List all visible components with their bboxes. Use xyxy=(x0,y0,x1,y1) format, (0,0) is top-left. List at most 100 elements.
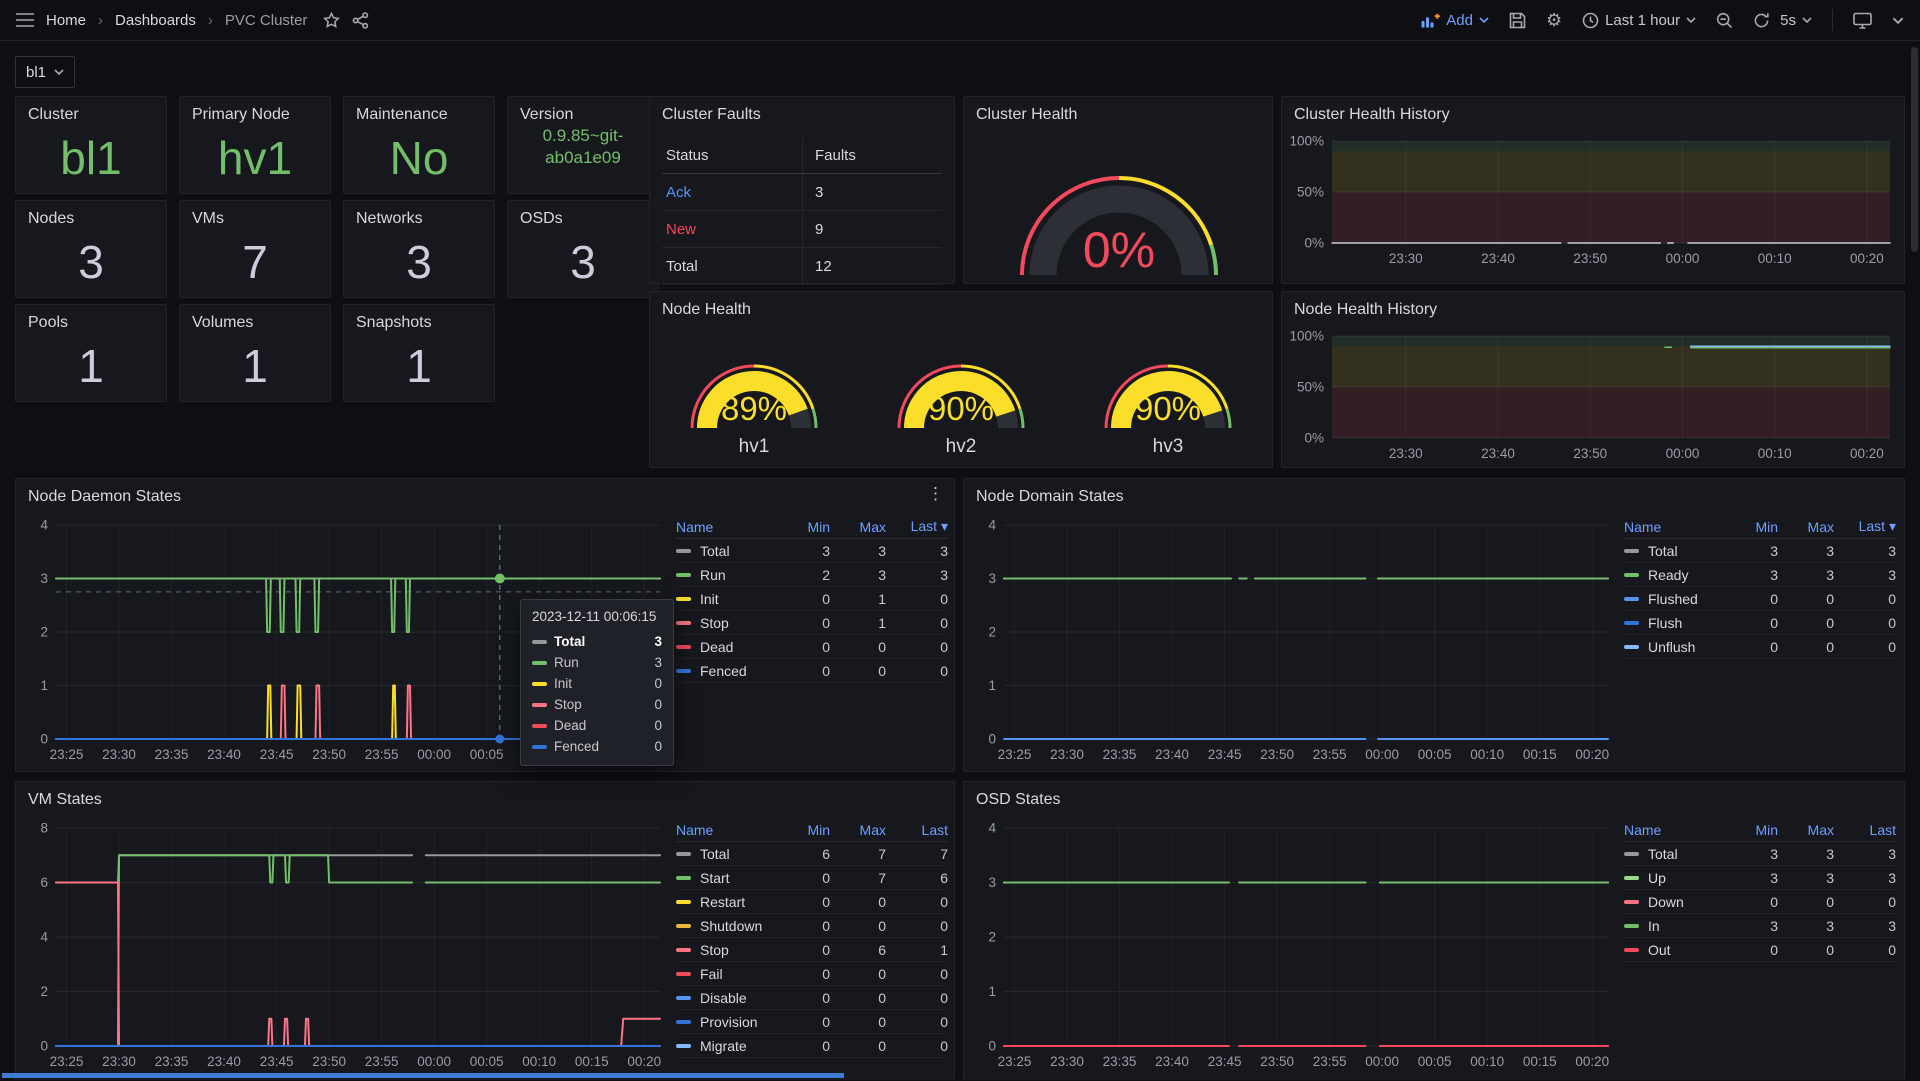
legend-row[interactable]: Dead000 xyxy=(676,635,948,659)
legend-col-last[interactable]: Last xyxy=(1834,822,1896,838)
legend-col-min[interactable]: Min xyxy=(1730,519,1778,535)
legend-row[interactable]: Flush000 xyxy=(1624,611,1896,635)
svg-text:23:50: 23:50 xyxy=(312,747,346,762)
legend-row[interactable]: Migrate000 xyxy=(676,1034,948,1058)
legend-row[interactable]: Ready333 xyxy=(1624,563,1896,587)
time-range-label: Last 1 hour xyxy=(1605,12,1680,29)
panel-menu-icon[interactable]: ⋮ xyxy=(927,484,944,504)
panel-title: Node Daemon States xyxy=(28,488,181,506)
column-header[interactable]: Status xyxy=(662,147,802,164)
legend-row[interactable]: Disable000 xyxy=(676,986,948,1010)
legend-row[interactable]: Up333 xyxy=(1624,866,1896,890)
svg-text:3: 3 xyxy=(40,571,48,586)
legend-col-name[interactable]: Name xyxy=(676,822,782,838)
share-icon[interactable] xyxy=(352,12,369,29)
refresh-button[interactable] xyxy=(1753,12,1770,29)
svg-text:00:15: 00:15 xyxy=(575,1054,609,1069)
scrollbar-thumb[interactable] xyxy=(1911,47,1918,252)
refresh-interval-picker[interactable]: 5s xyxy=(1780,12,1812,29)
time-range-picker[interactable]: Last 1 hour xyxy=(1582,12,1696,29)
breadcrumb-dashboards[interactable]: Dashboards xyxy=(115,12,196,29)
legend-col-max[interactable]: Max xyxy=(830,519,886,535)
legend-row[interactable]: Out000 xyxy=(1624,938,1896,962)
time-series-chart[interactable]: 23:2523:3023:3523:4023:4523:5023:5500:00… xyxy=(22,816,674,1076)
save-dashboard-icon[interactable] xyxy=(1509,12,1526,29)
breadcrumb-home[interactable]: Home xyxy=(46,12,86,29)
nav-more-chevron-icon[interactable] xyxy=(1892,17,1904,24)
svg-text:0%: 0% xyxy=(1304,236,1324,251)
favorite-star-icon[interactable] xyxy=(323,12,340,29)
faults-table: StatusFaultsAck3New9Total12 xyxy=(662,137,942,285)
svg-text:00:20: 00:20 xyxy=(1850,446,1884,461)
legend-row[interactable]: Provision000 xyxy=(676,1010,948,1034)
legend-col-name[interactable]: Name xyxy=(1624,519,1730,535)
legend-row[interactable]: Init010 xyxy=(676,587,948,611)
legend-row[interactable]: Fail000 xyxy=(676,962,948,986)
legend-row[interactable]: Total333 xyxy=(676,539,948,563)
legend-row[interactable]: Restart000 xyxy=(676,890,948,914)
add-panel-button[interactable]: Add xyxy=(1421,12,1489,29)
svg-text:23:50: 23:50 xyxy=(1260,747,1294,762)
svg-text:00:20: 00:20 xyxy=(1575,1054,1609,1069)
svg-text:0: 0 xyxy=(40,1039,48,1054)
time-series-chart[interactable]: 23:3023:4023:5000:0000:1000:200%50%100% xyxy=(1288,328,1900,474)
panel-cluster-faults: Cluster Faults StatusFaultsAck3New9Total… xyxy=(649,96,955,284)
svg-text:00:05: 00:05 xyxy=(470,1054,504,1069)
legend-row[interactable]: Shutdown000 xyxy=(676,914,948,938)
svg-text:23:35: 23:35 xyxy=(1103,747,1137,762)
variable-dropdown[interactable]: bl1 xyxy=(15,56,75,88)
legend-col-last[interactable]: Last ▾ xyxy=(1834,518,1896,535)
legend-row[interactable]: Start076 xyxy=(676,866,948,890)
legend-col-last[interactable]: Last ▾ xyxy=(886,518,948,535)
legend-col-max[interactable]: Max xyxy=(1778,519,1834,535)
legend-col-min[interactable]: Min xyxy=(782,519,830,535)
svg-text:0%: 0% xyxy=(1304,431,1324,446)
tooltip-row: Run3 xyxy=(532,652,662,673)
column-header[interactable]: Faults xyxy=(802,137,942,173)
svg-text:23:25: 23:25 xyxy=(50,1054,84,1069)
legend-col-max[interactable]: Max xyxy=(1778,822,1834,838)
svg-text:00:15: 00:15 xyxy=(1523,747,1557,762)
time-series-chart[interactable]: 23:3023:4023:5000:0000:1000:200%50%100% xyxy=(1288,133,1900,279)
legend-row[interactable]: Flushed000 xyxy=(1624,587,1896,611)
panel-cluster-health: Cluster Health 0% xyxy=(963,96,1273,284)
dashboard-settings-icon[interactable]: ⚙ xyxy=(1546,11,1562,29)
panel-cluster-health-history: Cluster Health History 23:3023:4023:5000… xyxy=(1281,96,1905,284)
legend-row[interactable]: Unflush000 xyxy=(1624,635,1896,659)
panel-osd-states: OSD States 23:2523:3023:3523:4023:4523:5… xyxy=(963,781,1905,1080)
menu-toggle-icon[interactable] xyxy=(16,13,34,27)
stat-value: hv1 xyxy=(180,131,330,185)
legend-row[interactable]: Fenced000 xyxy=(676,659,948,683)
svg-text:00:10: 00:10 xyxy=(1758,251,1792,266)
svg-text:23:40: 23:40 xyxy=(207,747,241,762)
svg-text:23:50: 23:50 xyxy=(312,1054,346,1069)
legend-col-min[interactable]: Min xyxy=(782,822,830,838)
node-health-gauge-hv3: 90%hv3 xyxy=(1068,326,1268,464)
legend-col-name[interactable]: Name xyxy=(676,519,782,535)
stat-title: Primary Node xyxy=(192,106,290,124)
legend-col-last[interactable]: Last xyxy=(886,822,948,838)
legend-col-name[interactable]: Name xyxy=(1624,822,1730,838)
panel-node-health: Node Health 89%hv190%hv290%hv3 xyxy=(649,291,1273,468)
svg-text:23:30: 23:30 xyxy=(1050,747,1084,762)
legend-row[interactable]: Stop061 xyxy=(676,938,948,962)
legend-row[interactable]: Total677 xyxy=(676,842,948,866)
time-series-chart[interactable]: 23:2523:3023:3523:4023:4523:5023:5500:00… xyxy=(970,513,1622,769)
tv-mode-icon[interactable] xyxy=(1853,12,1872,29)
svg-text:23:30: 23:30 xyxy=(1389,251,1423,266)
legend-row[interactable]: Run233 xyxy=(676,563,948,587)
legend-row[interactable]: Stop010 xyxy=(676,611,948,635)
legend-col-min[interactable]: Min xyxy=(1730,822,1778,838)
svg-text:00:05: 00:05 xyxy=(470,747,504,762)
legend-row[interactable]: Down000 xyxy=(1624,890,1896,914)
time-series-chart[interactable]: 23:2523:3023:3523:4023:4523:5023:5500:00… xyxy=(970,816,1622,1076)
legend-row[interactable]: Total333 xyxy=(1624,842,1896,866)
legend-row[interactable]: In333 xyxy=(1624,914,1896,938)
zoom-out-time-icon[interactable] xyxy=(1716,12,1733,29)
chevron-down-icon xyxy=(54,69,64,75)
svg-text:hv1: hv1 xyxy=(738,436,769,457)
series-swatch xyxy=(1624,621,1639,625)
svg-text:23:30: 23:30 xyxy=(102,1054,136,1069)
legend-col-max[interactable]: Max xyxy=(830,822,886,838)
legend-row[interactable]: Total333 xyxy=(1624,539,1896,563)
